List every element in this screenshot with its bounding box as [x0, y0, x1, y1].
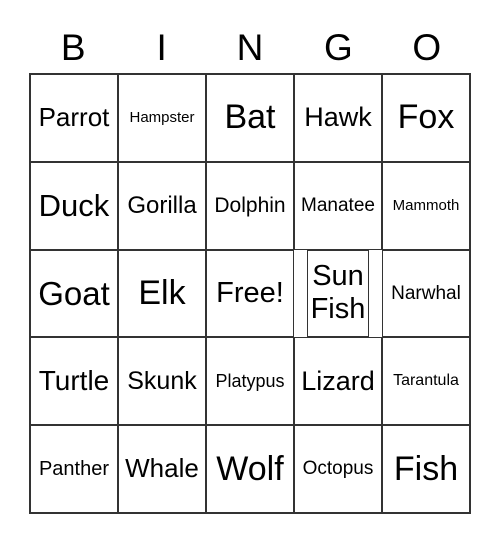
bingo-cell[interactable]: Mammoth — [382, 161, 470, 250]
bingo-cell[interactable]: Hampster — [118, 74, 206, 162]
bingo-cell[interactable]: Dolphin — [206, 161, 294, 250]
bingo-cell[interactable]: Sun Fish — [307, 249, 369, 338]
header-letter-g: G — [323, 27, 353, 68]
bingo-cell[interactable]: Platypus — [206, 337, 294, 426]
bingo-cell[interactable]: Manatee — [294, 161, 382, 250]
bingo-cell[interactable]: Panther — [30, 425, 118, 513]
header-letter-b: B — [60, 27, 86, 68]
bingo-cell[interactable]: Fish — [382, 425, 470, 513]
bingo-grid: Parrot Hampster Bat Hawk Fox Duck Gorilla Dolph… — [29, 73, 471, 514]
header-letter-n: N — [236, 27, 264, 68]
bingo-cell[interactable]: Fox — [382, 74, 470, 162]
bingo-cell[interactable]: Lizard — [294, 337, 382, 426]
bingo-cell[interactable]: Hawk — [294, 74, 382, 162]
bingo-cell[interactable]: Turtle — [30, 337, 118, 426]
bingo-cell[interactable]: Whale — [118, 425, 206, 513]
bingo-cell[interactable]: Narwhal — [382, 249, 470, 338]
bingo-header: B I N G O — [29, 26, 471, 70]
bingo-cell[interactable]: Elk — [118, 249, 206, 338]
bingo-cell[interactable]: Octopus — [294, 425, 382, 513]
bingo-cell[interactable]: Wolf — [206, 425, 294, 513]
bingo-cell[interactable]: Gorilla — [118, 161, 206, 250]
bingo-cell[interactable]: Parrot — [30, 74, 118, 162]
bingo-cell[interactable]: Tarantula — [382, 337, 470, 426]
bingo-cell[interactable]: Duck — [30, 161, 118, 250]
bingo-cell[interactable]: Bat — [206, 74, 294, 162]
bingo-cell[interactable]: Goat — [30, 249, 118, 338]
header-letter-o: O — [412, 27, 442, 68]
header-letter-i: I — [156, 27, 167, 68]
bingo-cell[interactable]: Free! — [206, 249, 294, 338]
bingo-cell[interactable]: Skunk — [118, 337, 206, 426]
